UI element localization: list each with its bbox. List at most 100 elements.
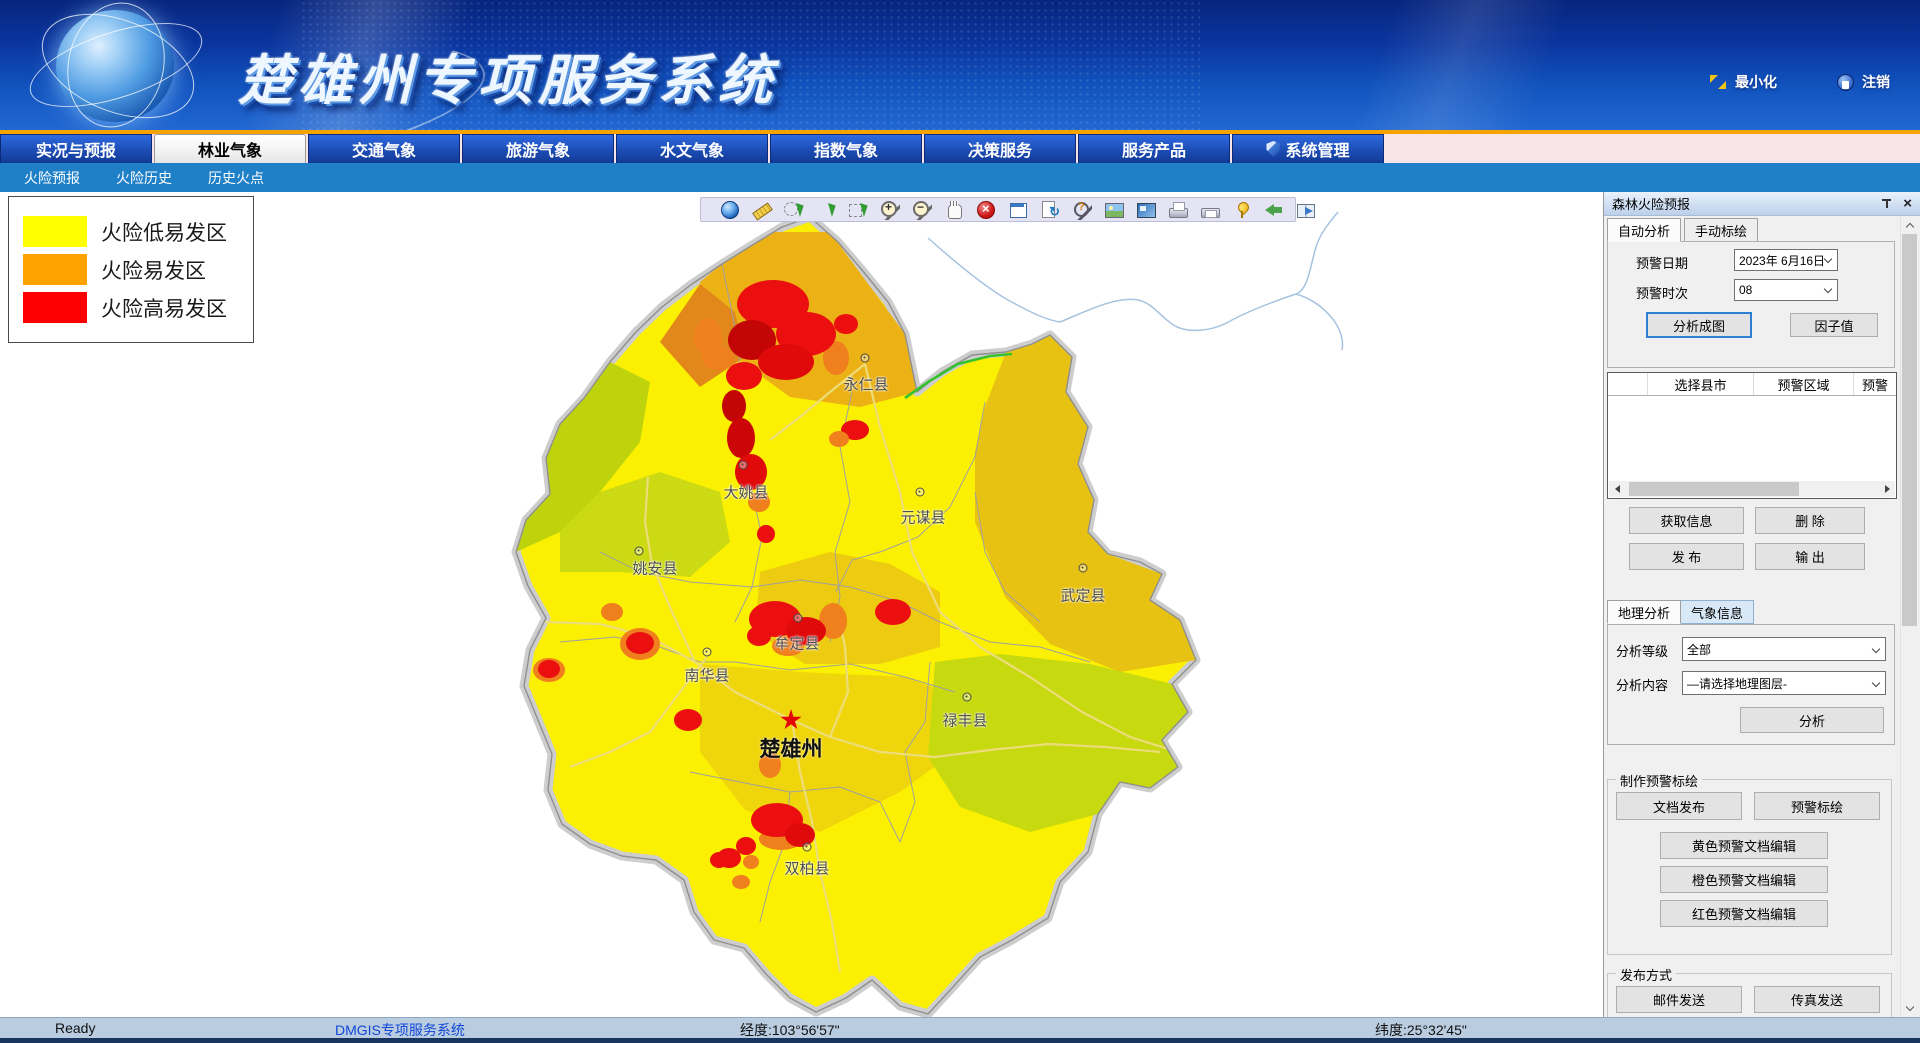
scroll-up-icon[interactable] xyxy=(1901,216,1918,233)
map-area[interactable]: 永仁县元谋县大姚县姚安县武定县南华县牟定县禄丰县双柏县 楚雄州 火险低易发区 火… xyxy=(0,192,1603,1017)
overview-icon[interactable] xyxy=(1136,200,1156,220)
warn-date-select[interactable]: 2023年 6月16日 xyxy=(1734,249,1838,271)
table-body[interactable] xyxy=(1608,396,1896,482)
select-freehand-icon[interactable] xyxy=(848,200,868,220)
county-seat-icon xyxy=(1079,564,1088,573)
tab-weather-info[interactable]: 气象信息 xyxy=(1680,600,1754,624)
county-label: 大姚县 xyxy=(723,482,768,503)
measure-icon[interactable] xyxy=(752,200,772,220)
tab-auto-analysis[interactable]: 自动分析 xyxy=(1607,218,1681,242)
tab-hydrology-weather[interactable]: 水文气象 xyxy=(616,134,768,163)
subnav-historical-fire-points[interactable]: 历史火点 xyxy=(208,168,264,188)
publish-button[interactable]: 发 布 xyxy=(1629,543,1744,570)
warn-plot-button[interactable]: 预警标绘 xyxy=(1754,792,1880,820)
tab-tourism-weather[interactable]: 旅游气象 xyxy=(462,134,614,163)
subnav-fire-risk-history[interactable]: 火险历史 xyxy=(116,168,172,188)
legend-swatch-high xyxy=(23,292,87,323)
legend-row: 火险高易发区 xyxy=(23,292,239,323)
county-seat-icon xyxy=(916,488,925,497)
tab-system-management[interactable]: 系统管理 xyxy=(1232,134,1384,163)
forest-fire-panel: 森林火险预报 × 自动分析 手动标绘 预警日期 2023年 6月16日 预警时次… xyxy=(1603,192,1920,1017)
legend-row: 火险低易发区 xyxy=(23,216,239,247)
delete-button[interactable]: 删 除 xyxy=(1755,507,1865,534)
globe-icon[interactable] xyxy=(720,200,740,220)
analysis-level-label: 分析等级 xyxy=(1616,641,1668,660)
county-seat-icon xyxy=(861,354,870,363)
county-label: 双柏县 xyxy=(784,858,829,879)
tab-realtime-forecast[interactable]: 实况与预报 xyxy=(0,134,152,163)
logout-button[interactable]: 注销 xyxy=(1837,72,1890,92)
globe-logo xyxy=(38,2,208,128)
get-info-button[interactable]: 获取信息 xyxy=(1629,507,1744,534)
export-button[interactable]: 输 出 xyxy=(1755,543,1865,570)
toolbar-icons xyxy=(720,200,1316,220)
zoom-out-icon[interactable] xyxy=(912,200,932,220)
hscroll-thumb[interactable] xyxy=(1629,482,1799,496)
red-warning-doc-button[interactable]: 红色预警文档编辑 xyxy=(1660,900,1828,927)
legend-swatch-low xyxy=(23,216,87,247)
fax-send-button[interactable]: 传真发送 xyxy=(1754,986,1880,1013)
status-bar: Ready DMGIS专项服务系统 经度:103°56'57" 纬度:25°32… xyxy=(0,1017,1920,1038)
select-feature-icon[interactable] xyxy=(816,200,836,220)
legend-swatch-medium xyxy=(23,254,87,285)
analyze-map-button[interactable]: 分析成图 xyxy=(1646,312,1752,338)
pan-icon[interactable] xyxy=(944,200,964,220)
chevron-down-icon xyxy=(1872,679,1880,687)
app-title: 楚雄州专项服务系统 xyxy=(238,36,778,115)
export-map-icon[interactable] xyxy=(1296,200,1316,220)
warning-table[interactable]: 选择县市 预警区域 预警 xyxy=(1607,372,1897,499)
zoom-in-icon[interactable] xyxy=(880,200,900,220)
tab-forestry-weather[interactable]: 林业气象 xyxy=(154,134,306,163)
placemark-icon[interactable] xyxy=(1232,200,1252,220)
analysis-level-select[interactable]: 全部 xyxy=(1682,637,1886,661)
chevron-down-icon xyxy=(1872,645,1880,653)
scroll-down-icon[interactable] xyxy=(1901,1000,1918,1017)
legend-label-medium: 火险易发区 xyxy=(101,255,206,285)
tab-index-weather[interactable]: 指数气象 xyxy=(770,134,922,163)
map-toolbar xyxy=(700,197,1296,222)
tab-traffic-weather[interactable]: 交通气象 xyxy=(308,134,460,163)
stop-icon[interactable] xyxy=(976,200,996,220)
extent-icon[interactable] xyxy=(1008,200,1028,220)
scroll-right-icon[interactable] xyxy=(1879,481,1895,497)
print-icon[interactable] xyxy=(1168,200,1188,220)
county-label: 南华县 xyxy=(684,665,729,686)
lock-icon xyxy=(1837,74,1854,91)
panel-scrollbar[interactable] xyxy=(1900,216,1917,1017)
geo-analysis-page: 分析等级 全部 分析内容 —请选择地理图层- 分析 xyxy=(1607,624,1895,745)
close-icon[interactable]: × xyxy=(1903,196,1912,211)
orange-warning-doc-button[interactable]: 橙色预警文档编辑 xyxy=(1660,866,1828,893)
print-setup-icon[interactable] xyxy=(1200,200,1220,220)
pin-icon[interactable] xyxy=(1881,197,1893,211)
doc-publish-button[interactable]: 文档发布 xyxy=(1616,792,1742,820)
snapshot-icon[interactable] xyxy=(1104,200,1124,220)
tab-manual-plot[interactable]: 手动标绘 xyxy=(1684,218,1758,242)
back-icon[interactable] xyxy=(1264,200,1284,220)
email-send-button[interactable]: 邮件发送 xyxy=(1616,986,1742,1013)
minimize-button[interactable]: 最小化 xyxy=(1709,72,1777,92)
scroll-left-icon[interactable] xyxy=(1609,481,1625,497)
county-seat-icon xyxy=(703,648,712,657)
table-col-blank xyxy=(1608,373,1648,395)
refresh-icon[interactable] xyxy=(1040,200,1060,220)
factor-value-button[interactable]: 因子值 xyxy=(1790,313,1878,337)
tab-service-products[interactable]: 服务产品 xyxy=(1078,134,1230,163)
tab-decision-service[interactable]: 决策服务 xyxy=(924,134,1076,163)
vscroll-thumb[interactable] xyxy=(1902,234,1917,626)
warn-time-label: 预警时次 xyxy=(1636,283,1688,302)
yellow-warning-doc-button[interactable]: 黄色预警文档编辑 xyxy=(1660,832,1828,859)
table-hscrollbar[interactable] xyxy=(1609,481,1895,497)
analyze-button[interactable]: 分析 xyxy=(1740,707,1884,733)
county-seat-icon xyxy=(803,843,812,852)
panel-body: 自动分析 手动标绘 预警日期 2023年 6月16日 预警时次 08 分析成图 … xyxy=(1604,216,1920,1017)
subnav-fire-risk-forecast[interactable]: 火险预报 xyxy=(24,168,80,188)
app-header: 楚雄州专项服务系统 最小化 注销 xyxy=(0,0,1920,130)
auto-analysis-page: 预警日期 2023年 6月16日 预警时次 08 分析成图 因子值 xyxy=(1607,241,1895,368)
identify-icon[interactable] xyxy=(1072,200,1092,220)
tab-geo-analysis[interactable]: 地理分析 xyxy=(1607,600,1681,624)
county-label: 姚安县 xyxy=(632,558,677,579)
warn-time-select[interactable]: 08 xyxy=(1734,279,1838,301)
select-region-icon[interactable] xyxy=(784,200,804,220)
bottom-strip xyxy=(0,1038,1920,1043)
analysis-content-select[interactable]: —请选择地理图层- xyxy=(1682,671,1886,695)
